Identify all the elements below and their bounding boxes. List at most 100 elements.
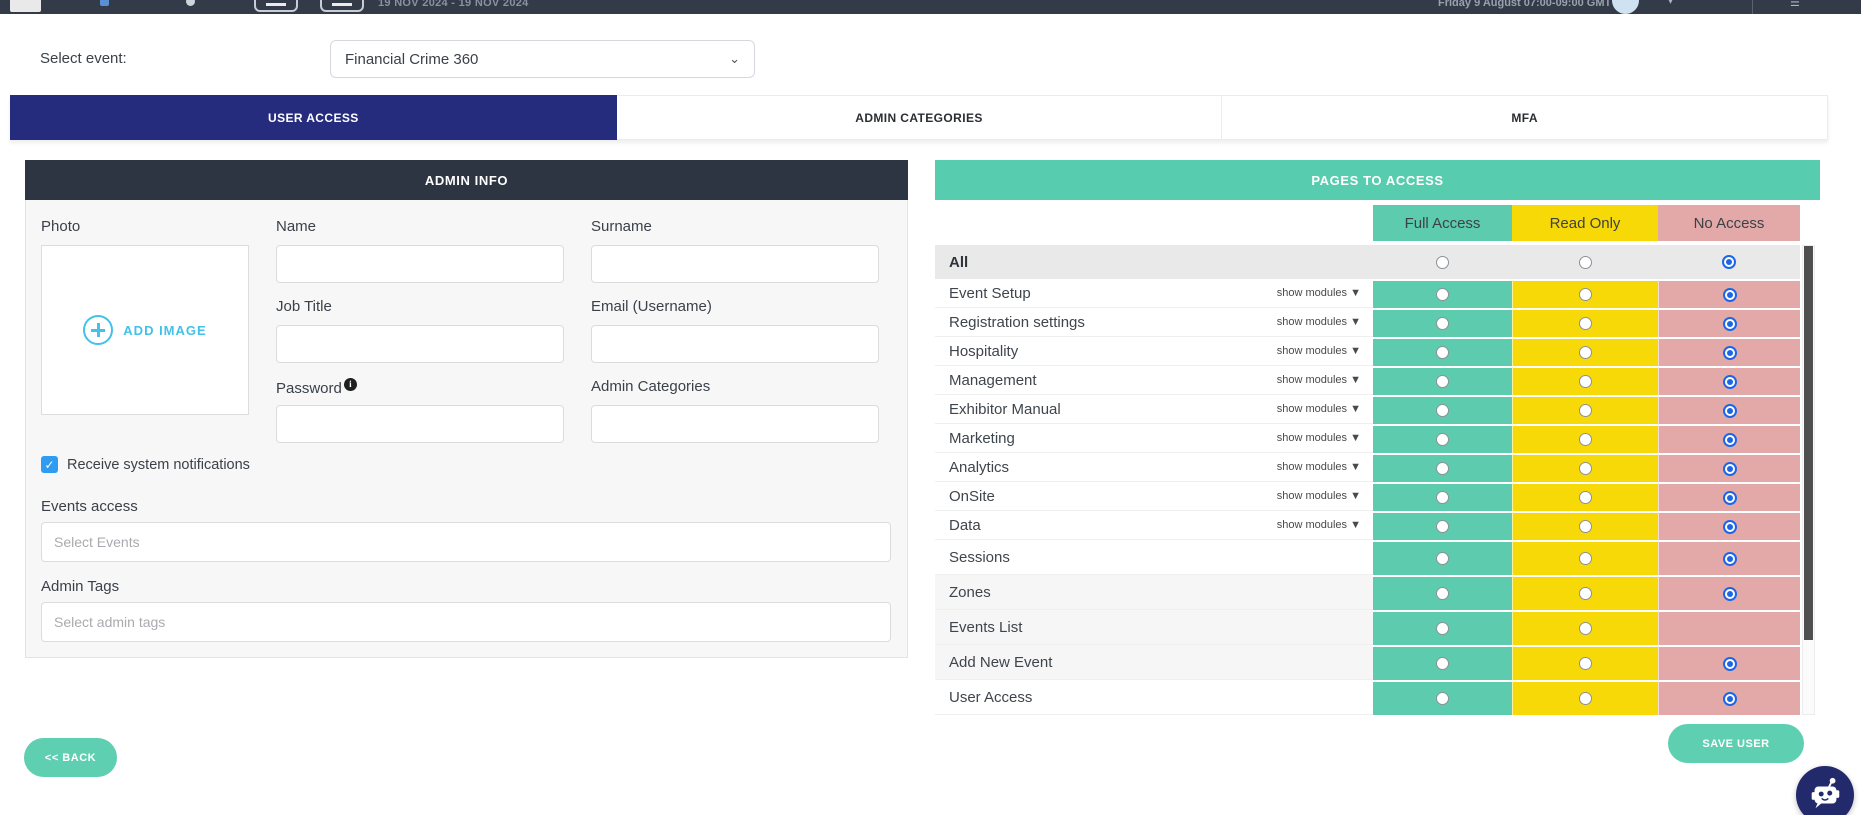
back-button[interactable]: << BACK [24,738,117,777]
chatbot-launcher[interactable] [1796,766,1854,815]
column-header-read-only: Read Only [1512,205,1658,241]
show-modules-link[interactable]: show modules ▼ [1277,316,1361,328]
menu-icon[interactable]: ☰ [1790,0,1800,9]
full-access-radio[interactable] [1436,491,1449,504]
read-only-radio[interactable] [1579,256,1592,269]
navbar-divider [1752,0,1753,14]
no-access-radio[interactable] [1723,520,1737,534]
no-access-radio[interactable] [1723,433,1737,447]
read-only-cell [1512,245,1658,279]
no-access-radio[interactable] [1723,375,1737,389]
tab-mfa[interactable]: MFA [1222,95,1828,140]
no-access-radio[interactable] [1723,462,1737,476]
read-only-radio[interactable] [1579,462,1592,475]
full-access-radio[interactable] [1436,692,1449,705]
no-access-cell [1658,680,1800,715]
tab-user-access[interactable]: USER ACCESS [10,95,617,140]
read-only-radio[interactable] [1579,552,1592,565]
read-only-radio[interactable] [1579,317,1592,330]
notifications-checkbox-row[interactable]: ✓ Receive system notifications [41,456,250,473]
read-only-radio[interactable] [1579,288,1592,301]
show-modules-link[interactable]: show modules ▼ [1277,519,1361,531]
full-access-radio[interactable] [1436,520,1449,533]
full-access-radio[interactable] [1436,587,1449,600]
event-select-value: Financial Crime 360 [345,51,478,68]
read-only-radio[interactable] [1579,622,1592,635]
full-access-radio[interactable] [1436,317,1449,330]
full-access-radio[interactable] [1436,404,1449,417]
full-access-radio[interactable] [1436,288,1449,301]
info-icon[interactable]: i [344,378,357,391]
events-access-label: Events access [41,498,138,515]
events-access-input[interactable] [41,522,891,562]
event-select-dropdown[interactable]: Financial Crime 360 ⌄ [330,40,755,78]
full-access-radio[interactable] [1436,462,1449,475]
read-only-radio[interactable] [1579,692,1592,705]
full-access-radio[interactable] [1436,657,1449,670]
no-access-radio[interactable] [1723,587,1737,601]
nav-toolbar-button-1[interactable] [254,0,298,12]
full-access-radio[interactable] [1436,346,1449,359]
show-modules-link[interactable]: show modules ▼ [1277,461,1361,473]
no-access-cell [1658,245,1800,279]
read-only-radio[interactable] [1579,520,1592,533]
no-access-radio[interactable] [1723,692,1737,706]
add-image-button[interactable]: ADD IMAGE [83,315,206,345]
no-access-radio[interactable] [1723,404,1737,418]
read-only-radio[interactable] [1579,587,1592,600]
no-access-radio[interactable] [1723,552,1737,566]
full-access-radio[interactable] [1436,256,1449,269]
read-only-radio[interactable] [1579,375,1592,388]
show-modules-link[interactable]: show modules ▼ [1277,374,1361,386]
no-access-radio[interactable] [1723,288,1737,302]
show-modules-link[interactable]: show modules ▼ [1277,403,1361,415]
job-title-field[interactable] [276,325,564,363]
checkbox-checked-icon[interactable]: ✓ [41,456,58,473]
no-access-radio[interactable] [1723,346,1737,360]
show-modules-link[interactable]: show modules ▼ [1277,287,1361,299]
admin-info-header: ADMIN INFO [25,160,908,200]
avatar[interactable] [1612,0,1639,14]
show-modules-link[interactable]: show modules ▼ [1277,490,1361,502]
no-access-radio[interactable] [1722,255,1736,269]
read-only-radio[interactable] [1579,346,1592,359]
admin-categories-field[interactable] [591,405,879,443]
nav-toolbar-button-2[interactable] [320,0,364,12]
read-only-radio[interactable] [1579,404,1592,417]
no-access-radio[interactable] [1723,491,1737,505]
photo-upload-box[interactable]: ADD IMAGE [41,245,249,415]
show-modules-link[interactable]: show modules ▼ [1277,432,1361,444]
event-datetime-text: Friday 9 August 07:00-09:00 GMT [1438,0,1611,9]
read-only-radio[interactable] [1579,657,1592,670]
full-access-radio[interactable] [1436,552,1449,565]
full-access-cell [1373,395,1512,424]
admin-tags-input[interactable] [41,602,891,642]
email-field[interactable] [591,325,879,363]
surname-field[interactable] [591,245,879,283]
full-access-radio[interactable] [1436,433,1449,446]
row-label: Registration settings [949,314,1085,331]
full-access-radio[interactable] [1436,375,1449,388]
no-access-radio[interactable] [1723,317,1737,331]
scrollbar-thumb[interactable] [1804,246,1813,640]
minus-icon [332,3,352,6]
nav-icon-left-1[interactable] [100,0,109,6]
email-label: Email (Username) [591,298,712,315]
chevron-down-icon: ⌄ [729,51,740,67]
full-access-cell [1373,245,1512,279]
tab-admin-categories[interactable]: ADMIN CATEGORIES [617,95,1223,140]
nav-icon-left-2[interactable] [186,0,195,6]
read-only-radio[interactable] [1579,433,1592,446]
show-modules-link[interactable]: show modules ▼ [1277,345,1361,357]
table-scrollbar[interactable] [1802,245,1815,715]
column-header-spacer [935,205,1373,241]
read-only-cell [1512,482,1658,511]
full-access-radio[interactable] [1436,622,1449,635]
no-access-radio[interactable] [1723,657,1737,671]
chevron-down-icon[interactable]: ▾ [1668,0,1673,7]
name-field[interactable] [276,245,564,283]
read-only-radio[interactable] [1579,491,1592,504]
password-field[interactable] [276,405,564,443]
app-logo[interactable] [10,0,41,12]
save-user-button[interactable]: SAVE USER [1668,724,1804,763]
